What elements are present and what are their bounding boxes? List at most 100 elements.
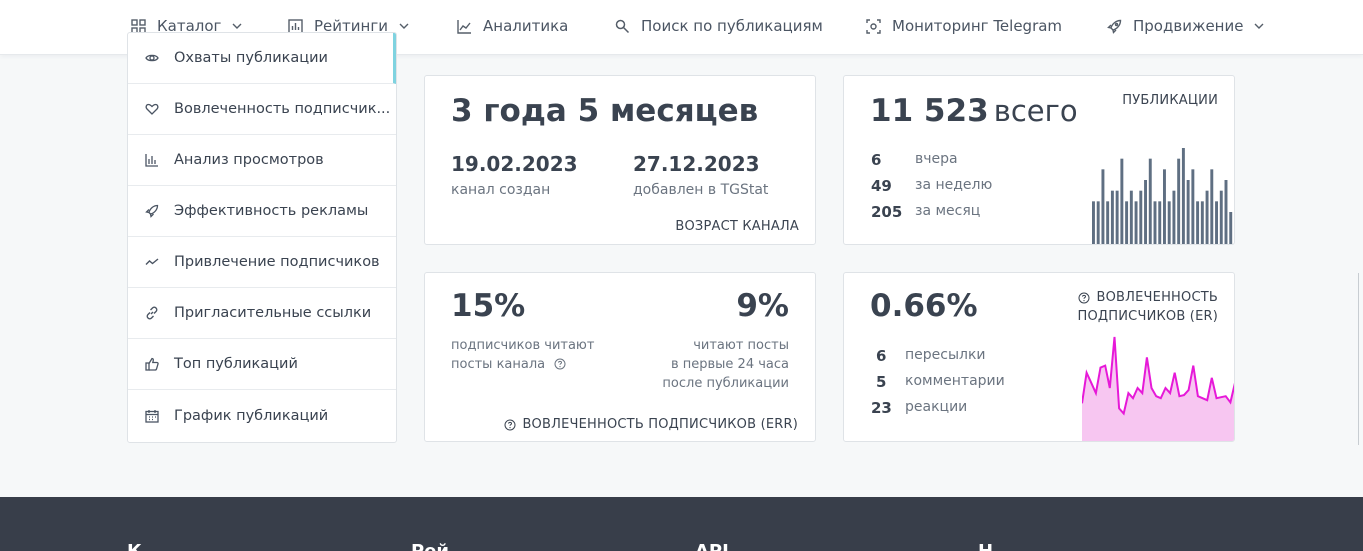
posts-yesterday-label: вчера <box>915 151 958 167</box>
posts-bar <box>1148 158 1152 244</box>
footer-heading: API <box>695 541 729 551</box>
sidebar-item-posting-schedule[interactable]: График публикаций <box>128 390 396 441</box>
sidebar-item-label: Вовлеченность подписчик... <box>174 101 391 117</box>
heart-icon <box>145 102 159 116</box>
added-date: 27.12.2023 <box>633 152 760 176</box>
channel-age-caption: ВОЗРАСТ КАНАЛА <box>675 219 799 234</box>
posts-bar <box>1186 180 1190 244</box>
sidebar-item-views-analysis[interactable]: Анализ просмотров <box>128 135 396 186</box>
err-right-label-1: читают посты <box>693 338 789 353</box>
chevron-down-icon <box>1253 20 1265 32</box>
err-caption-row[interactable]: ВОВЛЕЧЕННОСТЬ ПОДПИСЧИКОВ (ERR) <box>504 417 798 432</box>
added-label: добавлен в TGStat <box>633 182 769 198</box>
posts-bar <box>1106 201 1110 244</box>
sidebar-item-label: Охваты публикации <box>174 50 328 66</box>
nav-analytics-label: Аналитика <box>483 17 569 35</box>
line-chart-icon <box>457 19 472 34</box>
nav-analytics[interactable]: Аналитика <box>457 0 568 52</box>
posts-week-label: за неделю <box>915 177 993 193</box>
footer-heading: К <box>127 541 142 551</box>
sidebar-item-top-posts[interactable]: Топ публикаций <box>128 339 396 390</box>
trend-icon <box>145 255 159 269</box>
help-icon[interactable] <box>554 358 566 370</box>
posts-bar <box>1219 190 1223 244</box>
posts-bar <box>1177 158 1181 244</box>
rocket-icon <box>1107 19 1122 34</box>
sidebar-item-subscriber-acquisition[interactable]: Привлечение подписчиков <box>128 237 396 288</box>
posts-bar <box>1191 169 1195 244</box>
sidebar-item-post-reach[interactable]: Охваты публикации <box>128 33 396 84</box>
sidebar-item-label: Топ публикаций <box>174 356 298 372</box>
er-comments-label: комментарии <box>905 373 1005 389</box>
posts-bar <box>1092 201 1095 244</box>
publications-total: 11 523 всего <box>870 93 1078 129</box>
er-caption-2: ПОДПИСЧИКОВ (ER) <box>1077 309 1218 324</box>
err-right-label-2: в первые 24 часа <box>670 357 789 372</box>
nav-post-search[interactable]: Поиск по публикациям <box>615 0 823 52</box>
posts-bar <box>1200 201 1204 244</box>
publications-caption: ПУБЛИКАЦИИ <box>1122 93 1218 108</box>
sidebar-item-ad-efficiency[interactable]: Эффективность рекламы <box>128 186 396 237</box>
posts-bar <box>1224 180 1228 244</box>
err-caption: ВОВЛЕЧЕННОСТЬ ПОДПИСЧИКОВ (ERR) <box>522 417 798 432</box>
sidebar-item-label: Эффективность рекламы <box>174 203 369 219</box>
chevron-down-icon <box>231 20 243 32</box>
posts-bar <box>1096 201 1100 244</box>
posts-month-value: 205 <box>871 203 903 221</box>
stats-sidebar: Охваты публикации Вовлеченность подписчи… <box>127 32 397 443</box>
sidebar-item-invite-links[interactable]: Пригласительные ссылки <box>128 288 396 339</box>
posts-bar-chart <box>1092 148 1233 244</box>
posts-bar <box>1196 201 1200 244</box>
posts-bar <box>1210 169 1214 244</box>
link-icon <box>145 306 159 320</box>
posts-week-value: 49 <box>871 177 892 195</box>
posts-yesterday-value: 6 <box>871 151 882 169</box>
er-caption-row-1[interactable]: ВОВЛЕЧЕННОСТЬ <box>1078 290 1218 305</box>
posts-month-label: за месяц <box>915 203 981 219</box>
posts-bar <box>1129 190 1133 244</box>
err-left-label-2-row: посты канала <box>451 357 566 372</box>
posts-bar <box>1139 190 1143 244</box>
err-left-label-1: подписчиков читают <box>451 338 595 353</box>
posts-bar <box>1167 201 1171 244</box>
posts-bar <box>1172 190 1176 244</box>
footer-heading: Н <box>978 541 993 551</box>
eye-icon <box>145 51 159 65</box>
nav-telegram-monitoring[interactable]: Мониторинг Telegram <box>866 0 1062 52</box>
sidebar-item-subscriber-engagement[interactable]: Вовлеченность подписчик... <box>128 84 396 135</box>
er-line-chart <box>1082 336 1234 441</box>
er-caption-1: ВОВЛЕЧЕННОСТЬ <box>1096 290 1218 305</box>
channel-age-value: 3 года 5 месяцев <box>451 93 759 129</box>
sidebar-item-label: Анализ просмотров <box>174 152 324 168</box>
posts-bar <box>1158 201 1162 244</box>
posts-bar <box>1134 201 1138 244</box>
er-value: 0.66% <box>870 288 978 324</box>
scan-icon <box>866 18 881 34</box>
posts-bar <box>1205 190 1209 244</box>
help-icon <box>1078 292 1090 304</box>
err-right-value: 9% <box>736 288 789 324</box>
er-area-fill <box>1082 337 1234 441</box>
err-card: 15% 9% подписчиков читают посты канала ч… <box>424 272 816 442</box>
er-reactions-label: реакции <box>905 399 968 415</box>
posts-bar <box>1144 180 1147 244</box>
posts-bar <box>1181 148 1185 244</box>
footer: К Рей API Н <box>0 497 1363 551</box>
posts-bar <box>1115 190 1119 244</box>
nav-post-search-label: Поиск по публикациям <box>641 17 823 35</box>
publications-total-value: 11 523 <box>870 93 989 129</box>
created-date: 19.02.2023 <box>451 152 578 176</box>
posts-bar <box>1215 201 1218 244</box>
posts-bar <box>1110 190 1114 244</box>
created-label: канал создан <box>451 182 551 198</box>
footer-heading: Рей <box>411 541 449 551</box>
posts-bar <box>1153 201 1157 244</box>
nav-promotion[interactable]: Продвижение <box>1107 0 1265 52</box>
thumbs-up-icon <box>145 357 159 371</box>
posts-bar <box>1125 201 1129 244</box>
calendar-icon <box>145 409 159 423</box>
er-reactions-value: 23 <box>871 399 892 417</box>
er-card: 0.66% ВОВЛЕЧЕННОСТЬ ПОДПИСЧИКОВ (ER) 6 п… <box>843 272 1235 442</box>
chevron-down-icon <box>398 20 410 32</box>
nav-telegram-monitoring-label: Мониторинг Telegram <box>892 17 1063 35</box>
